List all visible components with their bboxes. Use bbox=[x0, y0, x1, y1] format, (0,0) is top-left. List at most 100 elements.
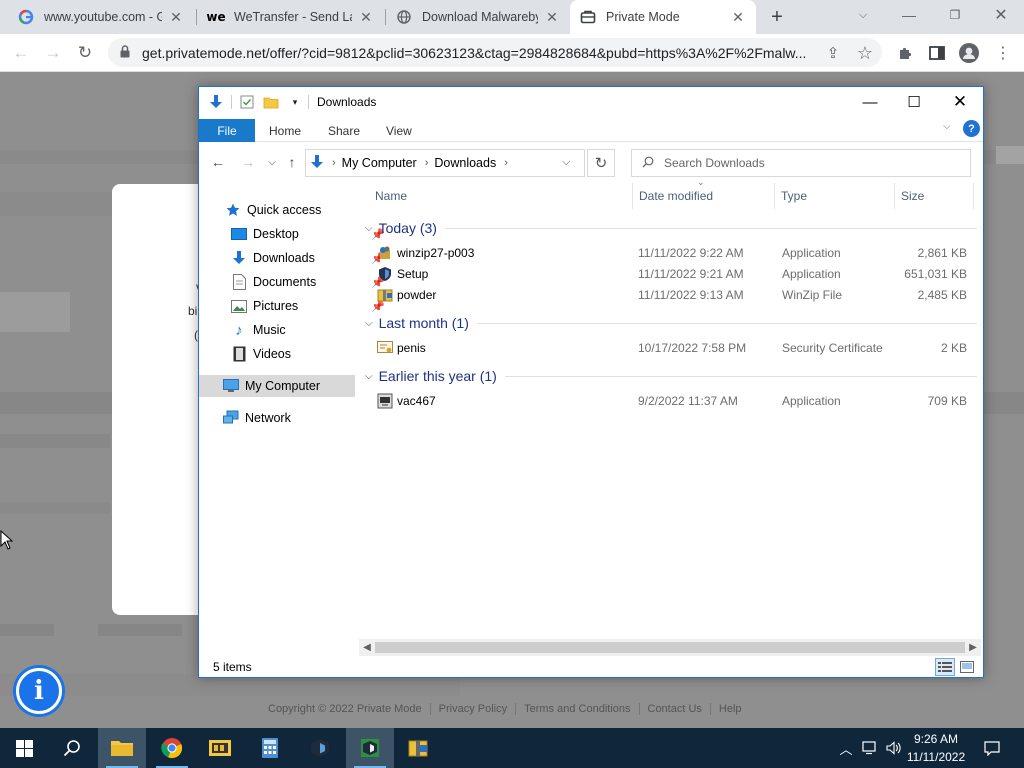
minimize-icon[interactable]: — bbox=[847, 87, 893, 117]
show-hidden-icons-chevron-icon[interactable]: ︿ bbox=[836, 728, 856, 768]
refresh-icon[interactable]: ↻ bbox=[587, 149, 615, 177]
up-icon[interactable]: ↑ bbox=[281, 151, 303, 173]
recent-locations-icon[interactable]: ⌵ bbox=[261, 151, 283, 173]
new-folder-icon[interactable] bbox=[262, 93, 280, 111]
customize-toolbar-icon[interactable]: ▾ bbox=[286, 93, 304, 111]
tab-wetransfer[interactable]: we WeTransfer - Send Larg ✕ bbox=[198, 0, 384, 34]
expand-ribbon-icon[interactable]: ⌵ bbox=[943, 121, 951, 132]
taskbar-winzip[interactable] bbox=[394, 728, 442, 768]
search-box[interactable]: Search Downloads bbox=[631, 149, 971, 177]
nav-quick-access[interactable]: Quick access bbox=[225, 199, 355, 221]
details-view-icon[interactable] bbox=[935, 658, 955, 676]
nav-videos[interactable]: Videos bbox=[231, 343, 357, 365]
tab-file[interactable]: File bbox=[199, 119, 255, 142]
reload-icon[interactable]: ↻ bbox=[72, 40, 98, 66]
group-header-last-month[interactable]: ⌵ Last month (1) bbox=[365, 312, 977, 334]
restore-icon[interactable]: ❐ bbox=[932, 0, 978, 30]
taskbar-media-app[interactable] bbox=[196, 728, 244, 768]
close-tab-icon[interactable]: ✕ bbox=[544, 9, 560, 26]
large-icons-view-icon[interactable] bbox=[957, 658, 977, 676]
lock-icon[interactable] bbox=[120, 44, 130, 61]
tab-home[interactable]: Home bbox=[257, 119, 313, 142]
file-row[interactable]: winzip27-p003 11/11/2022 9:22 AM Applica… bbox=[361, 243, 981, 264]
privacy-policy-link[interactable]: Privacy Policy bbox=[431, 703, 515, 715]
url-text[interactable]: get.privatemode.net/offer/?cid=9812&pcli… bbox=[142, 45, 822, 61]
tab-share[interactable]: Share bbox=[316, 119, 372, 142]
bookmark-star-icon[interactable]: ☆ bbox=[852, 40, 878, 66]
group-header-today[interactable]: ⌵ Today (3) bbox=[365, 217, 977, 239]
minimize-icon[interactable]: — bbox=[886, 0, 932, 30]
collapse-chevron-icon[interactable]: ⌵ bbox=[365, 371, 373, 382]
address-dropdown-icon[interactable]: ⌵ bbox=[562, 156, 570, 169]
taskbar-file-explorer[interactable] bbox=[98, 728, 146, 768]
taskbar-calculator[interactable] bbox=[246, 728, 294, 768]
help-link[interactable]: Help bbox=[711, 703, 750, 715]
close-tab-icon[interactable]: ✕ bbox=[168, 9, 184, 26]
tab-youtube[interactable]: www.youtube.com - Gr ✕ bbox=[8, 0, 194, 34]
share-icon[interactable]: ⇪ bbox=[820, 40, 846, 66]
new-tab-icon[interactable]: + bbox=[764, 4, 790, 30]
scrollbar-thumb[interactable] bbox=[375, 642, 965, 653]
tab-view[interactable]: View bbox=[374, 119, 424, 142]
scroll-left-icon[interactable]: ◀ bbox=[359, 639, 375, 656]
forward-icon[interactable]: → bbox=[40, 40, 66, 66]
nav-my-computer[interactable]: My Computer bbox=[199, 375, 355, 397]
column-name[interactable]: Name bbox=[369, 183, 633, 209]
collapse-chevron-icon[interactable]: ⌵ bbox=[365, 318, 373, 329]
network-tray-icon[interactable] bbox=[858, 728, 882, 768]
info-button[interactable]: i bbox=[16, 668, 62, 714]
properties-icon[interactable] bbox=[238, 93, 256, 111]
column-type[interactable]: Type bbox=[775, 183, 893, 209]
clock[interactable]: 9:26 AM 11/11/2022 bbox=[904, 730, 968, 766]
help-icon[interactable]: ? bbox=[963, 120, 980, 137]
tab-private-mode[interactable]: Private Mode ✕ bbox=[570, 0, 756, 34]
start-button[interactable] bbox=[0, 728, 48, 768]
extensions-icon[interactable] bbox=[892, 40, 918, 66]
taskbar-app-cube[interactable] bbox=[296, 728, 344, 768]
taskbar-chrome[interactable] bbox=[148, 728, 196, 768]
horizontal-scrollbar[interactable]: ◀ ▶ bbox=[359, 639, 981, 656]
tab-malwarebytes[interactable]: Download Malwarebyt ✕ bbox=[386, 0, 570, 34]
notifications-icon[interactable] bbox=[978, 728, 1006, 768]
file-row[interactable]: Setup 11/11/2022 9:21 AM Application 651… bbox=[361, 264, 981, 285]
terms-link[interactable]: Terms and Conditions bbox=[516, 703, 638, 715]
collapse-chevron-icon[interactable]: ⌵ bbox=[365, 223, 373, 234]
file-name: penis bbox=[397, 341, 426, 355]
nav-music[interactable]: ♪ Music bbox=[231, 319, 357, 341]
chevron-right-icon[interactable]: › bbox=[425, 157, 429, 169]
close-tab-icon[interactable]: ✕ bbox=[358, 9, 374, 26]
close-window-icon[interactable]: ✕ bbox=[978, 0, 1024, 30]
file-row[interactable]: powder 11/11/2022 9:13 AM WinZip File 2,… bbox=[361, 285, 981, 306]
tab-title: Private Mode bbox=[606, 10, 680, 24]
close-tab-icon[interactable]: ✕ bbox=[730, 9, 746, 26]
maximize-icon[interactable]: ☐ bbox=[891, 87, 937, 117]
chevron-right-icon[interactable]: › bbox=[332, 157, 336, 169]
nav-network[interactable]: Network bbox=[223, 407, 355, 429]
forward-icon[interactable]: → bbox=[237, 151, 259, 173]
nav-desktop[interactable]: Desktop 📌 bbox=[231, 223, 385, 245]
volume-icon[interactable] bbox=[882, 728, 906, 768]
file-row[interactable]: penis 10/17/2022 7:58 PM Security Certif… bbox=[361, 338, 981, 359]
search-button[interactable] bbox=[48, 728, 96, 768]
nav-downloads[interactable]: Downloads 📌 bbox=[231, 247, 385, 269]
address-bar[interactable]: get.privatemode.net/offer/?cid=9812&pcli… bbox=[108, 38, 882, 67]
close-icon[interactable]: ✕ bbox=[937, 87, 983, 117]
breadcrumb[interactable]: › My Computer › Downloads › ⌵ bbox=[305, 149, 585, 177]
nav-pictures[interactable]: Pictures 📌 bbox=[231, 295, 385, 317]
nav-documents[interactable]: Documents 📌 bbox=[231, 271, 385, 293]
side-panel-icon[interactable] bbox=[924, 40, 950, 66]
group-header-earlier-this-year[interactable]: ⌵ Earlier this year (1) bbox=[365, 365, 977, 387]
taskbar-app-cube-green[interactable] bbox=[346, 728, 394, 768]
profile-avatar-icon[interactable] bbox=[956, 40, 982, 66]
chevron-right-icon[interactable]: › bbox=[504, 157, 508, 169]
tab-search-icon[interactable]: ⌵ bbox=[840, 0, 886, 30]
scroll-right-icon[interactable]: ▶ bbox=[965, 639, 981, 656]
back-icon[interactable]: ← bbox=[8, 40, 34, 66]
file-row[interactable]: vac467 9/2/2022 11:37 AM Application 709… bbox=[361, 391, 981, 412]
menu-kebab-icon[interactable]: ⋮ bbox=[990, 40, 1016, 66]
breadcrumb-my-computer[interactable]: My Computer bbox=[342, 156, 417, 170]
contact-us-link[interactable]: Contact Us bbox=[640, 703, 710, 715]
back-icon[interactable]: ← bbox=[207, 151, 229, 173]
column-size[interactable]: Size bbox=[895, 183, 973, 209]
breadcrumb-downloads[interactable]: Downloads bbox=[434, 156, 496, 170]
